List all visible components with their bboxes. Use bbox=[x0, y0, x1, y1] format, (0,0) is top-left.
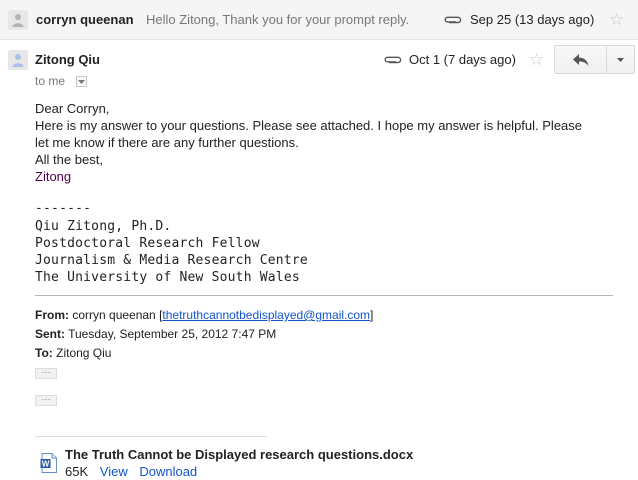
from-label: From: bbox=[35, 308, 69, 322]
recipient-summary: to me bbox=[35, 74, 66, 88]
to-label: To: bbox=[35, 346, 53, 360]
sender-name[interactable]: Zitong Qiu bbox=[35, 52, 100, 67]
avatar bbox=[8, 10, 28, 30]
caret-down-icon bbox=[78, 79, 85, 84]
reply-button[interactable] bbox=[555, 46, 607, 73]
reply-button-group bbox=[554, 45, 635, 74]
body-line: let me know if there are any further que… bbox=[35, 135, 299, 150]
person-icon bbox=[12, 54, 24, 67]
collapsed-snippet: Hello Zitong, Thank you for your prompt … bbox=[146, 12, 410, 27]
star-icon[interactable]: ☆ bbox=[529, 51, 544, 68]
quote-divider bbox=[35, 295, 613, 296]
to-value: Zitong Qiu bbox=[56, 346, 112, 360]
from-email-link[interactable]: thetruthcannotbedisplayed@gmail.com bbox=[162, 308, 370, 322]
word-document-icon: W bbox=[40, 453, 58, 476]
show-details-button[interactable] bbox=[76, 76, 87, 87]
attachment-filename: The Truth Cannot be Displayed research q… bbox=[65, 447, 414, 462]
more-actions-button[interactable] bbox=[607, 46, 634, 73]
sent-label: Sent: bbox=[35, 327, 65, 341]
sent-value: Tuesday, September 25, 2012 7:47 PM bbox=[68, 327, 277, 341]
attachment-view-link[interactable]: View bbox=[100, 464, 128, 479]
attachment-download-link[interactable]: Download bbox=[139, 464, 197, 479]
paperclip-icon bbox=[443, 15, 463, 25]
signature-name: Qiu Zitong, Ph.D. bbox=[35, 219, 172, 234]
collapsed-sender-name: corryn queenan bbox=[36, 12, 134, 27]
signature-separator: ------- bbox=[35, 201, 92, 216]
message-date: Oct 1 (7 days ago) bbox=[409, 52, 516, 67]
attachment-meta: 65K View Download bbox=[65, 464, 197, 479]
attachment-divider bbox=[35, 436, 267, 437]
person-icon bbox=[12, 14, 24, 27]
star-icon[interactable]: ☆ bbox=[609, 11, 624, 28]
signature-title: Postdoctoral Research Fellow bbox=[35, 236, 260, 251]
sign-off-name: Zitong bbox=[35, 169, 72, 184]
collapsed-message-row[interactable]: corryn queenan Hello Zitong, Thank you f… bbox=[0, 0, 638, 40]
from-name: corryn queenan [ bbox=[72, 308, 163, 322]
attachment-size: 65K bbox=[65, 464, 89, 479]
from-close: ] bbox=[370, 308, 374, 322]
quoted-to-line: To: Zitong Qiu bbox=[35, 344, 111, 362]
quoted-sent-line: Sent: Tuesday, September 25, 2012 7:47 P… bbox=[35, 325, 276, 343]
show-trimmed-content-button[interactable]: ··· bbox=[35, 368, 57, 379]
greeting: Dear Corryn, bbox=[35, 101, 110, 116]
collapsed-date: Sep 25 (13 days ago) bbox=[470, 12, 595, 27]
chevron-down-icon bbox=[617, 57, 624, 62]
signature-department: Journalism & Media Research Centre bbox=[35, 253, 308, 268]
paperclip-icon bbox=[383, 55, 403, 65]
body-line: Here is my answer to your questions. Ple… bbox=[35, 118, 583, 133]
show-trimmed-content-button[interactable]: ··· bbox=[35, 395, 57, 406]
avatar bbox=[8, 50, 28, 70]
signature-university: The University of New South Wales bbox=[35, 270, 300, 285]
closing: All the best, bbox=[35, 152, 103, 167]
svg-text:W: W bbox=[42, 460, 50, 469]
reply-arrow-icon bbox=[572, 53, 588, 66]
quoted-from-line: From: corryn queenan [thetruthcannotbedi… bbox=[35, 306, 373, 324]
